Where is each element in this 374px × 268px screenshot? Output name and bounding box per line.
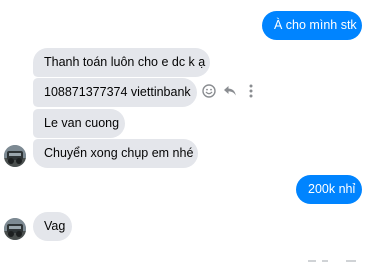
contact-avatar[interactable] [4, 218, 26, 240]
message-text: Vag [44, 219, 66, 233]
contact-avatar[interactable] [4, 145, 26, 167]
message-actions [201, 82, 259, 100]
message-bubble-incoming[interactable]: Vag [33, 212, 72, 241]
more-options-icon[interactable] [243, 83, 259, 99]
message-text: À cho mình stk [274, 18, 357, 32]
message-text: Le van cuong [44, 116, 120, 130]
reply-icon[interactable] [222, 83, 238, 99]
message-bubble-incoming[interactable]: Thanh toán luôn cho e dc k ạ [33, 48, 210, 77]
message-bubble-outgoing[interactable]: À cho mình stk [262, 11, 362, 40]
smiley-icon[interactable] [201, 83, 217, 99]
message-text: 108871377374 viettinbank [44, 85, 191, 99]
message-bubble-incoming[interactable]: Chuyển xong chụp em nhé [33, 139, 198, 168]
message-text: Chuyển xong chụp em nhé [44, 146, 194, 160]
cropped-footer [300, 250, 374, 262]
message-text: 200k nhỉ [308, 182, 356, 196]
message-bubble-incoming[interactable]: 108871377374 viettinbank [33, 78, 197, 107]
message-bubble-incoming[interactable]: Le van cuong [33, 109, 125, 138]
message-text: Thanh toán luôn cho e dc k ạ [44, 55, 206, 69]
message-bubble-outgoing[interactable]: 200k nhỉ [296, 175, 362, 204]
